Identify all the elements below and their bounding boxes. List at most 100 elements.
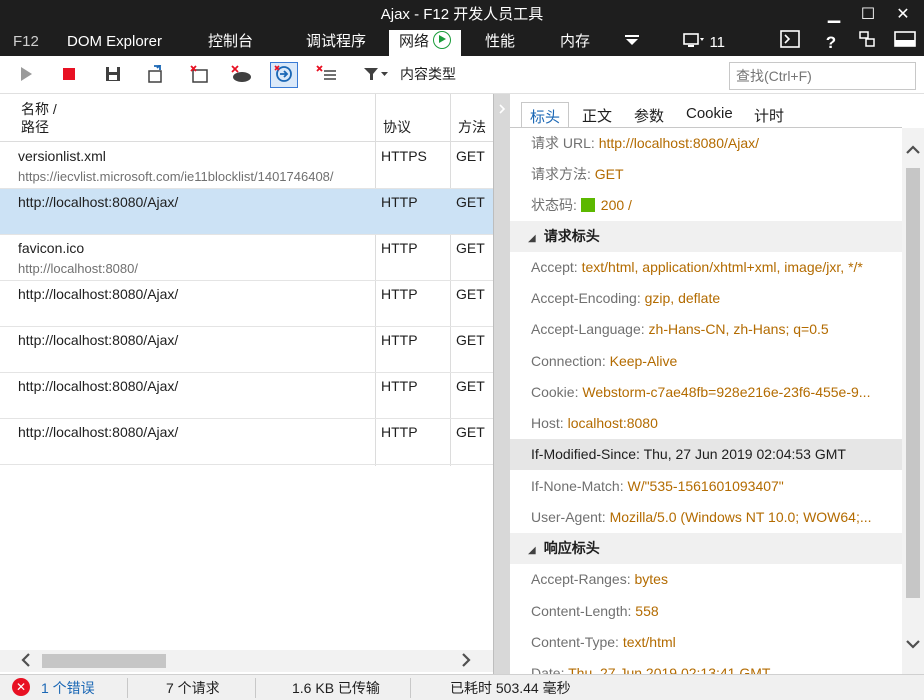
table-row[interactable]: http://localhost:8080/Ajax/ HTTP GET xyxy=(0,281,493,327)
pane-splitter[interactable] xyxy=(493,94,510,674)
header-row[interactable]: Accept-Encoding: gzip, deflate xyxy=(510,283,902,314)
tab-parameters[interactable]: 参数 xyxy=(626,102,672,128)
console-toggle-icon[interactable] xyxy=(779,30,801,56)
request-protocol: HTTP xyxy=(381,240,418,256)
header-value: Thu, 27 Jun 2019 02:13:41 GMT xyxy=(568,665,771,674)
header-row[interactable]: Accept-Language: zh-Hans-CN, zh-Hans; q=… xyxy=(510,314,902,345)
tab-dom-explorer[interactable]: DOM Explorer xyxy=(67,30,162,56)
request-method-row[interactable]: 请求方法: GET xyxy=(510,159,902,190)
header-row[interactable]: Accept-Ranges: bytes xyxy=(510,564,902,595)
pin-icon[interactable] xyxy=(856,30,878,56)
header-row[interactable]: Cookie: Webstorm-c7ae48fb=928e216e-23f6-… xyxy=(510,377,902,408)
status-ok-icon xyxy=(580,198,595,212)
tab-performance[interactable]: 性能 xyxy=(485,30,515,56)
header-key: Accept-Language: xyxy=(531,321,649,337)
tab-cookies[interactable]: Cookie xyxy=(678,102,741,128)
table-row[interactable]: http://localhost:8080/Ajax/ HTTP GET xyxy=(0,327,493,373)
table-row[interactable]: favicon.ico http://localhost:8080/ HTTP … xyxy=(0,235,493,281)
details-tabs: 标头 正文 参数 Cookie 计时 xyxy=(510,94,924,128)
scroll-right-icon[interactable] xyxy=(460,650,472,672)
header-key: Date: xyxy=(531,665,569,674)
tab-network[interactable]: 网络 xyxy=(389,30,462,56)
emulation-dropdown[interactable]: 11 xyxy=(683,30,733,56)
header-row[interactable]: If-None-Match: W/"535-1561601093407" xyxy=(510,471,902,502)
tab-body[interactable]: 正文 xyxy=(574,102,620,128)
search-input[interactable] xyxy=(729,62,916,90)
list-horizontal-scrollbar[interactable] xyxy=(0,650,493,672)
dock-icon[interactable] xyxy=(893,30,917,56)
table-row[interactable]: versionlist.xml https://iecvlist.microso… xyxy=(0,143,493,189)
import-icon[interactable] xyxy=(142,62,170,88)
request-protocol: HTTP xyxy=(381,286,418,302)
expand-chevron-icon[interactable] xyxy=(498,104,506,117)
clear-icon[interactable] xyxy=(186,62,214,88)
header-row[interactable]: Connection: Keep-Alive xyxy=(510,346,902,377)
error-count-link[interactable]: 1 个错误 xyxy=(41,678,95,698)
header-key: If-None-Match: xyxy=(531,478,628,494)
profiling-play-icon xyxy=(433,31,452,49)
header-row[interactable]: Host: localhost:8080 xyxy=(510,408,902,439)
request-protocol: HTTP xyxy=(381,332,418,348)
header-row[interactable]: Content-Length: 558 xyxy=(510,596,902,627)
tab-timings[interactable]: 计时 xyxy=(746,102,792,128)
request-path: https://iecvlist.microsoft.com/ie11block… xyxy=(18,169,334,184)
header-row[interactable]: Date: Thu, 27 Jun 2019 02:13:41 GMT xyxy=(510,658,902,674)
column-name-label[interactable]: 名称 / xyxy=(21,99,57,119)
close-button[interactable]: ✕ xyxy=(888,2,918,28)
header-value: W/"535-1561601093407" xyxy=(627,478,784,494)
play-icon[interactable] xyxy=(12,62,40,88)
header-row[interactable]: Accept: text/html, application/xhtml+xml… xyxy=(510,252,902,283)
header-value: Webstorm-c7ae48fb=928e216e-23f6-455e-9..… xyxy=(582,384,871,400)
request-headers-section[interactable]: ◢ 请求标头 xyxy=(510,221,902,252)
header-value: bytes xyxy=(634,571,668,587)
always-refresh-icon[interactable] xyxy=(270,62,298,88)
table-row[interactable]: http://localhost:8080/Ajax/ HTTP GET xyxy=(0,419,493,465)
save-icon[interactable] xyxy=(99,62,127,88)
content-type-filter-label[interactable]: 内容类型 xyxy=(400,64,456,84)
filter-icon[interactable] xyxy=(361,62,391,88)
request-protocol: HTTP xyxy=(381,194,418,210)
clear-cache-icon[interactable] xyxy=(227,62,255,88)
scroll-thumb[interactable] xyxy=(42,654,166,668)
scroll-down-icon[interactable] xyxy=(906,636,920,652)
request-method: GET xyxy=(456,332,485,348)
request-url-row[interactable]: 请求 URL: http://localhost:8080/Ajax/ xyxy=(510,128,902,159)
tab-headers[interactable]: 标头 xyxy=(521,102,570,128)
tab-f12[interactable]: F12 xyxy=(13,30,39,56)
response-headers-section[interactable]: ◢ 响应标头 xyxy=(510,533,902,564)
column-protocol[interactable]: 协议 xyxy=(383,117,411,137)
tab-debugger[interactable]: 调试程序 xyxy=(306,30,366,56)
tab-memory[interactable]: 内存 xyxy=(560,30,590,56)
maximize-button[interactable]: ☐ xyxy=(853,2,883,28)
status-code-row[interactable]: 状态码: 200 / xyxy=(510,190,902,221)
clear-entries-icon[interactable] xyxy=(313,62,341,88)
request-details: 标头 正文 参数 Cookie 计时 请求 URL: http://localh… xyxy=(510,94,924,674)
table-row[interactable]: http://localhost:8080/Ajax/ HTTP GET xyxy=(0,373,493,419)
stop-icon[interactable] xyxy=(55,62,83,88)
request-method: GET xyxy=(456,194,485,210)
header-value: Keep-Alive xyxy=(609,353,678,369)
scroll-left-icon[interactable] xyxy=(20,650,32,672)
scroll-up-icon[interactable] xyxy=(906,142,920,158)
request-protocol: HTTP xyxy=(381,378,418,394)
scroll-thumb[interactable] xyxy=(906,168,920,598)
tab-console[interactable]: 控制台 xyxy=(208,30,253,56)
menu-chevron-icon[interactable] xyxy=(622,30,642,56)
details-vertical-scrollbar[interactable] xyxy=(902,128,924,674)
request-name: favicon.ico xyxy=(18,240,85,256)
header-row-highlighted[interactable]: If-Modified-Since: Thu, 27 Jun 2019 02:0… xyxy=(510,439,902,470)
tab-network-label: 网络 xyxy=(399,33,430,50)
column-method[interactable]: 方法 xyxy=(458,117,486,137)
help-icon[interactable]: ? xyxy=(820,30,842,56)
header-row[interactable]: Content-Type: text/html xyxy=(510,627,902,658)
section-title: 响应标头 xyxy=(543,540,600,556)
request-name: http://localhost:8080/Ajax/ xyxy=(18,332,179,348)
error-icon[interactable]: ✕ xyxy=(12,678,30,696)
header-row[interactable]: User-Agent: Mozilla/5.0 (Windows NT 10.0… xyxy=(510,502,902,533)
header-value: 558 xyxy=(635,603,659,619)
header-value: Mozilla/5.0 (Windows NT 10.0; WOW64;... xyxy=(609,509,872,525)
minimize-button[interactable]: ▁ xyxy=(819,2,849,28)
header-key: 请求 URL: xyxy=(531,135,599,151)
column-path-label[interactable]: 路径 xyxy=(21,117,49,137)
table-row-selected[interactable]: http://localhost:8080/Ajax/ HTTP GET xyxy=(0,189,493,235)
